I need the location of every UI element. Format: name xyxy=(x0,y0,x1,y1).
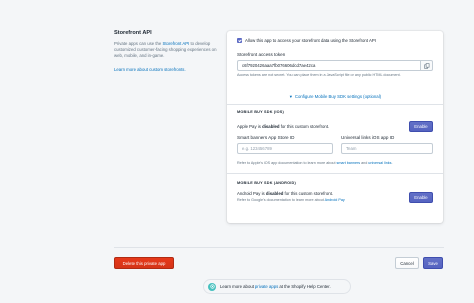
android-pay-status-text: Android Pay is disabled for this custom … xyxy=(237,191,345,196)
help-icon xyxy=(208,282,216,291)
help-center-footer: Learn more about private apps at the Sho… xyxy=(203,279,351,294)
android-note-pre: Refer to Google's documentation to learn… xyxy=(237,198,325,202)
android-section: MOBILE BUY SDK (ANDROID) xyxy=(237,181,433,185)
learn-custom-storefronts-link[interactable]: Learn more about custom storefronts. xyxy=(114,67,186,72)
android-heading: MOBILE BUY SDK (ANDROID) xyxy=(237,181,296,185)
token-note: Access tokens are not secret. You can pl… xyxy=(237,73,401,77)
storefront-api-card: Allow this app to access your storefront… xyxy=(227,31,443,223)
ios-note-post: . xyxy=(391,161,393,165)
smart-banners-input[interactable]: e.g. 123456789 xyxy=(237,143,333,154)
ios-fields: Smart banners App Store ID e.g. 12345678… xyxy=(237,135,433,154)
sdk-settings-toggle[interactable]: ▼ Configure Mobile Buy SDK settings (opt… xyxy=(237,94,433,99)
token-label: Storefront access token xyxy=(237,52,286,57)
storefront-api-link[interactable]: Storefront API xyxy=(163,41,190,46)
section-title: Storefront API xyxy=(114,30,152,36)
token-group: Storefront access token c6f7920426aaa7fb… xyxy=(237,52,433,78)
android-note: Refer to Google's documentation to learn… xyxy=(237,198,345,203)
apple-pay-status-text: Apple Pay is disabled for this custom st… xyxy=(237,124,329,129)
android-pay-enable-button[interactable]: Enable xyxy=(409,191,433,203)
apple-pay-row: Apple Pay is disabled for this custom st… xyxy=(237,121,433,132)
cancel-button[interactable]: Cancel xyxy=(395,257,419,269)
token-field[interactable]: c6f7920426aaa7fb076606dcd7ae42ca xyxy=(237,60,421,71)
android-pay-post: for this custom storefront. xyxy=(283,191,334,196)
save-button[interactable]: Save xyxy=(423,257,443,269)
apple-pay-post: for this custom storefront. xyxy=(279,124,330,129)
ios-section: MOBILE BUY SDK (IOS) xyxy=(237,110,433,114)
apple-pay-pre: Apple Pay is xyxy=(237,124,263,129)
divider xyxy=(227,173,443,174)
copy-icon[interactable] xyxy=(421,60,433,71)
chevron-down-icon: ▼ xyxy=(288,94,293,99)
android-pay-pre: Android Pay is xyxy=(237,191,266,196)
android-pay-status: disabled xyxy=(265,191,284,196)
apple-pay-status: disabled xyxy=(262,124,280,129)
delete-app-button[interactable]: Delete this private app xyxy=(114,257,174,269)
divider xyxy=(227,104,443,105)
desc-pre: Private apps can use the xyxy=(114,41,163,46)
allow-label: Allow this app to access your storefront… xyxy=(245,38,376,43)
ios-heading: MOBILE BUY SDK (IOS) xyxy=(237,110,284,114)
smart-banners-link[interactable]: smart banners xyxy=(337,161,361,165)
sdk-settings-link[interactable]: Configure Mobile Buy SDK settings (optio… xyxy=(295,94,381,99)
smart-banners-label: Smart banners App Store ID xyxy=(237,135,295,140)
top-strip xyxy=(0,0,474,8)
apple-pay-enable-button[interactable]: Enable xyxy=(409,121,433,132)
page-divider xyxy=(114,247,444,248)
allow-checkbox[interactable] xyxy=(237,38,242,43)
allow-row[interactable]: Allow this app to access your storefront… xyxy=(237,38,433,43)
universal-links-input[interactable]: Team xyxy=(341,143,433,154)
section-description: Private apps can use the Storefront API … xyxy=(114,41,220,60)
storefront-api-intro: Storefront API Private apps can use the … xyxy=(114,30,220,72)
universal-links-label: Universal links iOS app ID xyxy=(341,135,395,140)
help-pre: Learn more about xyxy=(220,284,254,289)
ios-note-pre: Refer to Apple's iOS app documentation t… xyxy=(237,161,337,165)
help-post: at the Shopify Help Center. xyxy=(279,284,331,289)
private-apps-link[interactable]: private apps xyxy=(255,284,278,289)
universal-links-link[interactable]: universal links xyxy=(368,161,391,165)
ios-note: Refer to Apple's iOS app documentation t… xyxy=(237,161,433,166)
android-pay-row: Android Pay is disabled for this custom … xyxy=(237,191,433,203)
android-pay-link[interactable]: Android Pay xyxy=(325,198,345,202)
